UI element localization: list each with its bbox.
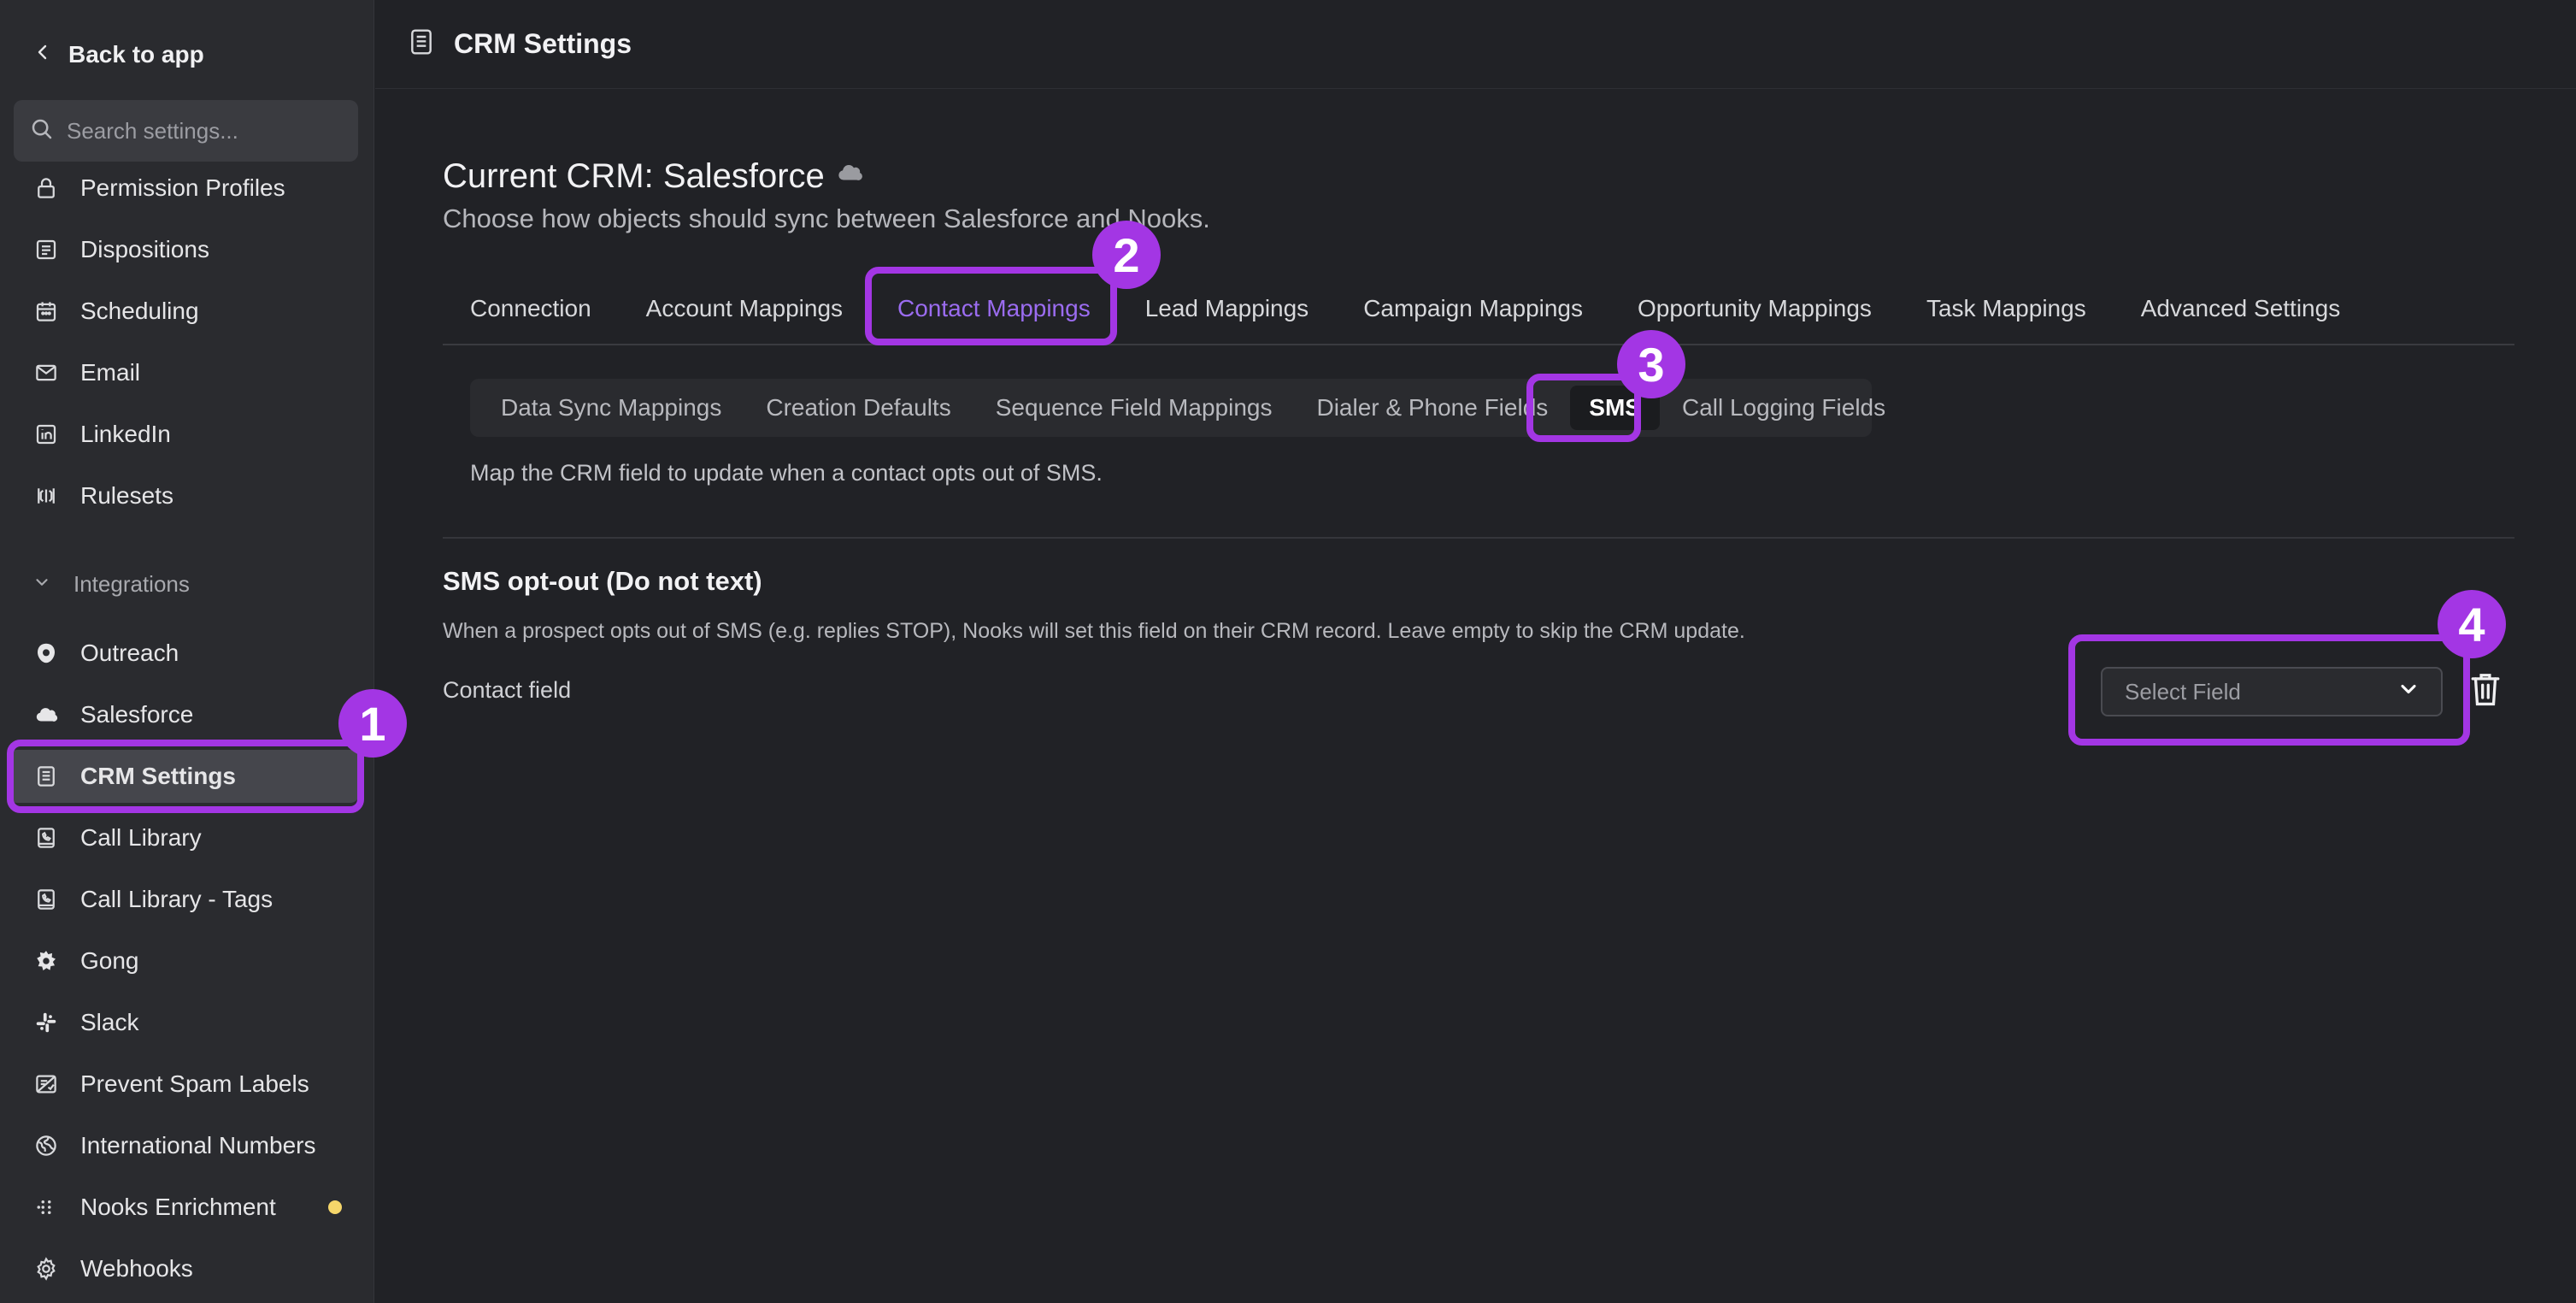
sidebar-item-label: Rulesets (80, 482, 173, 509)
tab-campaign-mappings[interactable]: Campaign Mappings (1336, 273, 1610, 345)
sidebar-item-label: Webhooks (80, 1255, 193, 1282)
tab-task-mappings[interactable]: Task Mappings (1899, 273, 2114, 345)
page-title: CRM Settings (454, 28, 632, 59)
integrations-section-label: Integrations (74, 570, 190, 597)
sidebar-item-linkedin[interactable]: LinkedIn (9, 408, 359, 461)
annotation-badge-3: 3 (1617, 330, 1685, 398)
current-crm-title: Current CRM: Salesforce (443, 157, 825, 195)
highlight-contact-mappings (865, 267, 1117, 345)
page-header: CRM Settings (375, 0, 2576, 89)
trash-icon[interactable] (2468, 670, 2502, 710)
salesforce-cloud-icon (835, 157, 864, 196)
tab-connection[interactable]: Connection (443, 273, 619, 345)
sidebar-item-label: Call Library - Tags (80, 886, 273, 912)
tab-account-mappings[interactable]: Account Mappings (619, 273, 870, 345)
cloud-icon (32, 701, 60, 728)
annotation-badge-4: 4 (2438, 590, 2506, 658)
integrations-section-toggle[interactable]: Integrations (32, 564, 190, 604)
settings-search[interactable] (14, 100, 358, 162)
gong-icon (32, 947, 60, 975)
document-icon (408, 27, 435, 62)
sidebar-item-label: International Numbers (80, 1132, 316, 1159)
settings-sidebar: Back to app Permission Profiles Disposit… (0, 0, 374, 1303)
subtab-call-logging-fields[interactable]: Call Logging Fields (1660, 386, 1908, 430)
sidebar-item-call-library-tags[interactable]: Call Library - Tags (9, 873, 359, 926)
sidebar-item-nooks-enrichment[interactable]: Nooks Enrichment (9, 1181, 359, 1234)
sidebar-item-salesforce[interactable]: Salesforce (9, 688, 359, 741)
list-icon (32, 236, 60, 263)
notification-dot (328, 1200, 342, 1214)
sidebar-item-outreach[interactable]: Outreach (9, 627, 359, 680)
sidebar-item-label: Dispositions (80, 236, 209, 262)
contact-field-label: Contact field (443, 677, 572, 703)
subtab-creation-defaults[interactable]: Creation Defaults (744, 386, 973, 430)
mail-icon (32, 359, 60, 386)
globe-icon (32, 1132, 60, 1159)
sidebar-item-label: Outreach (80, 640, 179, 666)
sidebar-item-rulesets[interactable]: Rulesets (9, 469, 359, 522)
current-crm-heading: Current CRM: Salesforce (443, 157, 864, 196)
highlight-crm-settings (7, 740, 364, 813)
search-input[interactable] (67, 117, 349, 144)
section-divider (443, 537, 2514, 539)
sidebar-item-label: Gong (80, 947, 139, 974)
sidebar-item-prevent-spam-labels[interactable]: Prevent Spam Labels (9, 1058, 359, 1111)
subtab-sequence-field-mappings[interactable]: Sequence Field Mappings (973, 386, 1295, 430)
subtab-data-sync-mappings[interactable]: Data Sync Mappings (479, 386, 744, 430)
tab-lead-mappings[interactable]: Lead Mappings (1118, 273, 1336, 345)
linkedin-icon (32, 421, 60, 448)
sidebar-item-international-numbers[interactable]: International Numbers (9, 1119, 359, 1172)
sidebar-item-label: Permission Profiles (80, 174, 285, 201)
annotation-badge-2: 2 (1092, 221, 1161, 289)
sidebar-item-label: Nooks Enrichment (80, 1194, 276, 1220)
sidebar-item-webhooks[interactable]: Webhooks (9, 1242, 359, 1295)
sidebar-item-label: Scheduling (80, 298, 199, 324)
sms-opt-out-title: SMS opt-out (Do not text) (443, 566, 762, 596)
sidebar-item-dispositions[interactable]: Dispositions (9, 223, 359, 276)
highlight-select-field (2068, 634, 2470, 746)
sidebar-item-call-library[interactable]: Call Library (9, 811, 359, 864)
spam-label-icon (32, 1070, 60, 1098)
call-library-icon (32, 824, 60, 852)
mapping-tabs: Connection Account Mappings Contact Mapp… (443, 274, 2514, 345)
sidebar-item-email[interactable]: Email (9, 346, 359, 399)
back-to-app-label: Back to app (68, 41, 204, 68)
chevron-left-icon (32, 41, 53, 68)
sidebar-item-label: Salesforce (80, 701, 194, 728)
sms-opt-out-description: When a prospect opts out of SMS (e.g. re… (443, 619, 1745, 643)
sidebar-item-gong[interactable]: Gong (9, 935, 359, 988)
grid-dots-icon (32, 1194, 60, 1221)
slack-icon (32, 1009, 60, 1036)
annotation-badge-1: 1 (338, 689, 407, 758)
sidebar-item-label: Call Library (80, 824, 202, 851)
search-icon (29, 116, 55, 146)
sidebar-item-permission-profiles[interactable]: Permission Profiles (9, 162, 359, 215)
back-to-app-link[interactable]: Back to app (32, 34, 204, 75)
lock-icon (32, 174, 60, 202)
calendar-icon (32, 298, 60, 325)
gear-icon (32, 1255, 60, 1282)
call-library-icon (32, 886, 60, 913)
sidebar-item-label: Slack (80, 1009, 139, 1035)
tab-advanced-settings[interactable]: Advanced Settings (2114, 273, 2368, 345)
sidebar-item-scheduling[interactable]: Scheduling (9, 285, 359, 338)
rulesets-icon (32, 482, 60, 510)
chevron-down-icon (32, 571, 51, 598)
current-crm-subtitle: Choose how objects should sync between S… (443, 203, 1210, 233)
sidebar-item-label: LinkedIn (80, 421, 171, 447)
outreach-icon (32, 640, 60, 667)
sidebar-item-slack[interactable]: Slack (9, 996, 359, 1049)
sidebar-item-label: Prevent Spam Labels (80, 1070, 309, 1097)
subtab-description: Map the CRM field to update when a conta… (470, 460, 1103, 486)
sidebar-item-label: Email (80, 359, 141, 386)
